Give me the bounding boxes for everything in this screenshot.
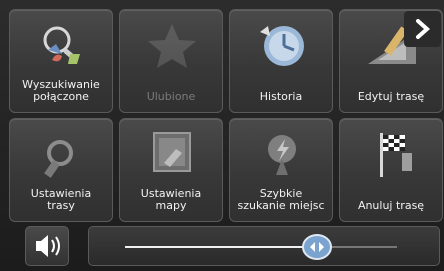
slider-handle-icon <box>301 234 332 260</box>
combined-search-label: Wyszukiwanie połączone <box>22 78 100 103</box>
chevron-right-icon <box>416 19 431 39</box>
favorites-label: Ulubione <box>146 90 196 103</box>
map-settings-label: Ustawienia mapy <box>140 187 202 212</box>
next-page-button[interactable] <box>404 11 441 47</box>
volume-slider-panel <box>88 226 440 266</box>
volume-slider-thumb[interactable] <box>301 234 332 260</box>
quick-search-icon <box>268 135 296 175</box>
quick-search-button[interactable]: Szybkie szukanie miejsc <box>229 118 333 222</box>
map-settings-button[interactable]: Ustawienia mapy <box>119 118 223 222</box>
history-icon <box>260 26 304 66</box>
combined-search-button[interactable]: Wyszukiwanie połączone <box>9 9 113 113</box>
star-icon <box>148 24 196 68</box>
map-settings-icon <box>153 132 191 172</box>
cancel-route-button[interactable]: Anuluj trasę <box>339 118 443 222</box>
history-button[interactable]: Historia <box>229 9 333 113</box>
route-settings-icon <box>44 140 73 178</box>
combined-search-icon <box>43 26 80 64</box>
route-settings-label: Ustawienia trasy <box>30 187 92 212</box>
favorites-button[interactable]: Ulubione <box>119 9 223 113</box>
route-settings-button[interactable]: Ustawienia trasy <box>9 118 113 222</box>
mute-button[interactable] <box>25 226 69 266</box>
volume-slider-fill <box>125 246 317 248</box>
cancel-route-label: Anuluj trasę <box>357 199 425 212</box>
edit-route-label: Edytuj trasę <box>357 90 425 103</box>
history-label: Historia <box>259 90 303 103</box>
volume-slider-track[interactable] <box>125 246 397 248</box>
quick-search-label: Szybkie szukanie miejsc <box>237 187 325 212</box>
speaker-icon <box>36 235 60 257</box>
cancel-route-icon <box>380 133 412 177</box>
